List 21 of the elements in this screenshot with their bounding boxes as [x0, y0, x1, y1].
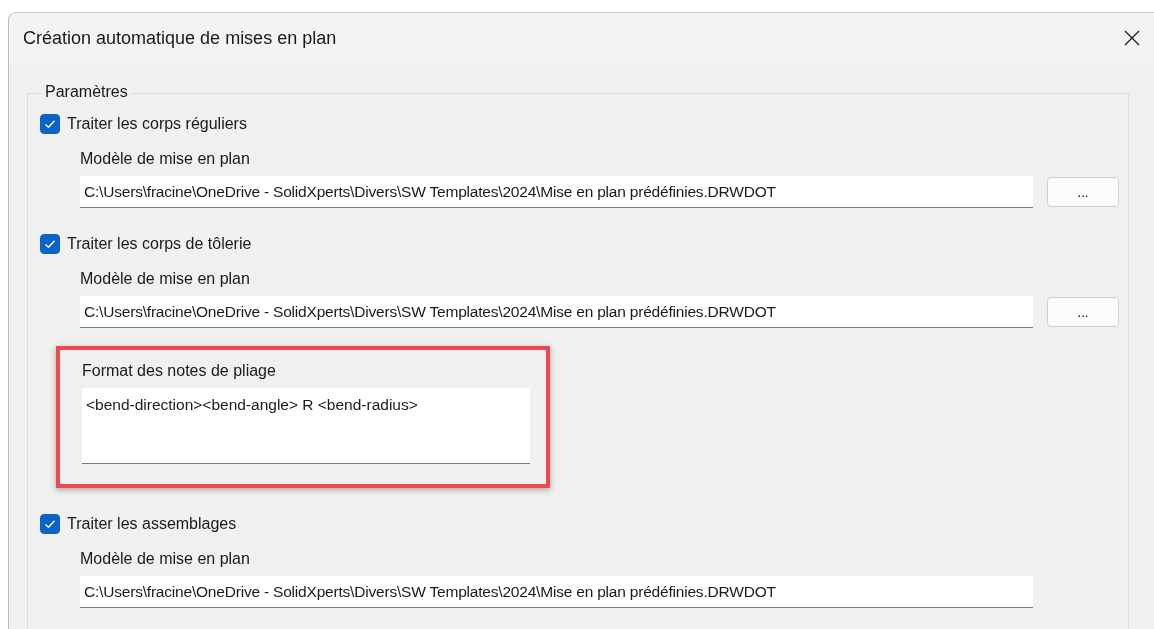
check-icon: [44, 119, 56, 129]
field-label: Modèle de mise en plan: [80, 270, 251, 288]
checkbox[interactable]: [40, 234, 60, 254]
path-field[interactable]: C:\Users\fracine\OneDrive - SolidXperts\Divers\SW Templates\2024\Mise en plan prédéfinies.DRWDOT: [80, 296, 1033, 328]
field-label: Format des notes de pliage: [82, 362, 277, 380]
checkbox-label[interactable]: Traiter les corps réguliers: [67, 115, 247, 133]
window-title: Création automatique de mises en plan: [23, 27, 337, 49]
checkbox[interactable]: [40, 114, 60, 134]
checkbox[interactable]: [40, 514, 60, 534]
check-icon: [44, 519, 56, 529]
browse-button[interactable]: ...: [1047, 177, 1119, 207]
checkbox-label[interactable]: Traiter les assemblages: [67, 515, 237, 533]
field-label: Modèle de mise en plan: [80, 150, 251, 168]
path-field[interactable]: C:\Users\fracine\OneDrive - SolidXperts\Divers\SW Templates\2024\Mise en plan prédéfinies.DRWDOT: [80, 176, 1033, 208]
field-label: Modèle de mise en plan: [80, 550, 251, 568]
close-icon[interactable]: [1124, 30, 1140, 46]
checkbox-label[interactable]: Traiter les corps de tôlerie: [67, 235, 252, 253]
bend-note-field[interactable]: <bend-direction><bend-angle> R <bend-radius>: [82, 388, 530, 464]
browse-button[interactable]: ...: [1047, 297, 1119, 327]
path-field[interactable]: C:\Users\fracine\OneDrive - SolidXperts\Divers\SW Templates\2024\Mise en plan prédéfinies.DRWDOT: [80, 576, 1033, 608]
check-icon: [44, 239, 56, 249]
